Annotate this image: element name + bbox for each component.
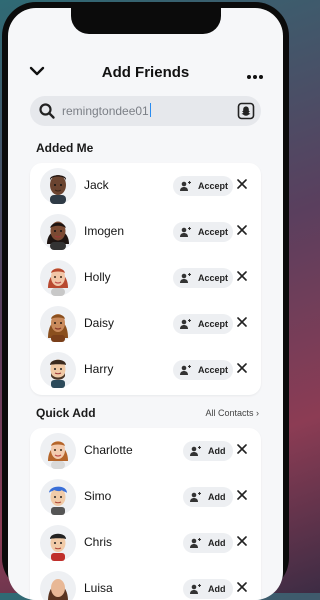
close-icon[interactable] (237, 582, 247, 592)
add-label: Add (208, 446, 226, 456)
friend-name: Harry (84, 362, 114, 376)
friend-name: Charlotte (84, 443, 133, 457)
search-bar[interactable]: remingtondee01 (30, 96, 261, 126)
accept-label: Accept (198, 181, 229, 191)
close-icon[interactable] (237, 271, 247, 281)
screen: Add Friends remingtondee01 Added Me Jack… (8, 8, 283, 600)
page-title: Add Friends (101, 64, 190, 81)
avatar[interactable] (40, 352, 76, 388)
close-icon[interactable] (237, 490, 247, 500)
list-item: Jack Accept (30, 163, 261, 209)
accept-button[interactable]: Accept (173, 176, 233, 196)
add-button[interactable]: Add (183, 533, 233, 553)
friend-name: Jack (84, 178, 109, 192)
quick-add-card: Charlotte Add Simo Add Chris Add Luisa A… (30, 428, 261, 600)
snap-profile-icon[interactable] (237, 102, 255, 120)
person-add-icon (180, 319, 191, 329)
list-item: Harry Accept (30, 347, 261, 393)
close-icon[interactable] (237, 179, 247, 189)
search-input[interactable]: remingtondee01 (62, 103, 152, 118)
accept-label: Accept (198, 227, 229, 237)
person-add-icon (180, 227, 191, 237)
all-contacts-label: All Contacts (205, 408, 254, 418)
add-label: Add (208, 538, 226, 548)
avatar[interactable] (40, 214, 76, 250)
accept-button[interactable]: Accept (173, 222, 233, 242)
close-icon[interactable] (237, 317, 247, 327)
close-icon[interactable] (237, 444, 247, 454)
list-item: Luisa Add (30, 566, 261, 600)
chevron-down-icon[interactable] (28, 64, 46, 78)
add-button[interactable]: Add (183, 441, 233, 461)
more-dots-icon[interactable] (247, 66, 269, 79)
chevron-right-icon: › (256, 408, 259, 418)
avatar[interactable] (40, 260, 76, 296)
accept-button[interactable]: Accept (173, 268, 233, 288)
list-item: Charlotte Add (30, 428, 261, 474)
avatar[interactable] (40, 306, 76, 342)
avatar[interactable] (40, 479, 76, 515)
friend-name: Daisy (84, 316, 115, 330)
avatar[interactable] (40, 433, 76, 469)
add-button[interactable]: Add (183, 579, 233, 599)
accept-button[interactable]: Accept (173, 360, 233, 380)
person-add-icon (180, 365, 191, 375)
close-icon[interactable] (237, 225, 247, 235)
person-add-icon (180, 273, 191, 283)
added-me-card: Jack Accept Imogen Accept Holly Accept D… (30, 163, 261, 395)
list-item: Simo Add (30, 474, 261, 520)
person-add-icon (190, 492, 201, 502)
friend-name: Simo (84, 489, 112, 503)
friend-name: Holly (84, 270, 111, 284)
section-title-added-me: Added Me (36, 141, 94, 155)
person-add-icon (180, 181, 191, 191)
avatar[interactable] (40, 168, 76, 204)
person-add-icon (190, 538, 201, 548)
accept-label: Accept (198, 273, 229, 283)
add-button[interactable]: Add (183, 487, 233, 507)
accept-label: Accept (198, 365, 229, 375)
list-item: Daisy Accept (30, 301, 261, 347)
person-add-icon (190, 446, 201, 456)
text-caret (149, 103, 152, 117)
notch (70, 8, 221, 34)
list-item: Chris Add (30, 520, 261, 566)
search-icon (39, 103, 55, 119)
friend-name: Imogen (84, 224, 125, 238)
list-item: Imogen Accept (30, 209, 261, 255)
add-label: Add (208, 492, 226, 502)
accept-label: Accept (198, 319, 229, 329)
close-icon[interactable] (237, 363, 247, 373)
section-title-quick-add: Quick Add (36, 406, 96, 420)
header: Add Friends (8, 60, 283, 86)
avatar[interactable] (40, 571, 76, 600)
list-item: Holly Accept (30, 255, 261, 301)
accept-button[interactable]: Accept (173, 314, 233, 334)
avatar[interactable] (40, 525, 76, 561)
close-icon[interactable] (237, 536, 247, 546)
friend-name: Chris (84, 535, 113, 549)
phone-frame: Add Friends remingtondee01 Added Me Jack… (2, 2, 289, 600)
all-contacts-link[interactable]: All Contacts › (205, 408, 259, 418)
search-input-value: remingtondee01 (62, 104, 149, 118)
